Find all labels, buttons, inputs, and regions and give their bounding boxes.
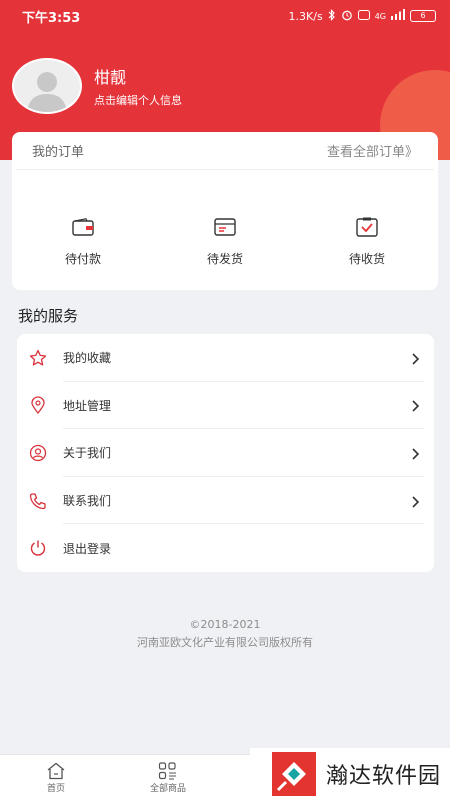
- tab-all-products[interactable]: 全部商品: [112, 755, 224, 800]
- location-icon: [29, 396, 47, 415]
- copyright-years: ©2018-2021: [189, 618, 261, 631]
- chevron-right-icon: [410, 398, 420, 412]
- network-type: 4G: [374, 11, 386, 21]
- order-status-label: 待付款: [64, 252, 101, 266]
- order-status-label: 待发货: [206, 252, 243, 266]
- hd-icon: [357, 9, 370, 23]
- edit-profile-hint[interactable]: 点击编辑个人信息: [94, 92, 182, 108]
- star-icon: [29, 349, 47, 367]
- order-status-pending-receipt[interactable]: 待收货: [322, 214, 412, 267]
- service-label: 退出登录: [63, 541, 112, 556]
- alarm-icon: [341, 9, 353, 24]
- address-management-row[interactable]: 地址管理: [17, 382, 434, 430]
- power-icon: [29, 539, 47, 557]
- grid-icon: [158, 761, 178, 781]
- about-us-row[interactable]: 关于我们: [17, 429, 434, 477]
- tab-home[interactable]: 首页: [0, 755, 112, 800]
- service-label: 地址管理: [63, 398, 112, 413]
- favorites-row[interactable]: 我的收藏: [17, 334, 434, 382]
- logout-row[interactable]: 退出登录: [17, 524, 434, 572]
- network-speed: 1.3K/s: [288, 9, 323, 23]
- contact-us-row[interactable]: 联系我们: [17, 477, 434, 525]
- company-name: 河南亚欧文化产业有限公司版权所有: [137, 636, 313, 649]
- status-bar: 下午3:53 1.3K/s 4G 6: [0, 0, 450, 32]
- username: 柑靓: [94, 68, 127, 87]
- services-title: 我的服务: [18, 307, 79, 325]
- orders-title: 我的订单: [32, 145, 85, 160]
- profile-section[interactable]: 柑靓 点击编辑个人信息: [12, 58, 182, 114]
- signal-icon: [391, 9, 405, 23]
- chevron-right-icon: [410, 351, 420, 365]
- status-time: 下午3:53: [22, 10, 81, 26]
- order-status-label: 待收货: [348, 252, 385, 266]
- user-circle-icon: [29, 444, 47, 462]
- receive-icon: [322, 214, 412, 240]
- order-status-pending-payment[interactable]: 待付款: [38, 214, 128, 267]
- chevron-right-icon: [410, 494, 420, 508]
- package-icon: [180, 214, 270, 240]
- phone-icon: [29, 492, 47, 510]
- order-status-pending-shipment[interactable]: 待发货: [180, 214, 270, 267]
- battery-icon: 6: [410, 10, 436, 22]
- home-icon: [46, 761, 66, 781]
- watermark-text: 瀚达软件园: [326, 764, 442, 789]
- chevron-right-icon: [410, 446, 420, 460]
- service-label: 我的收藏: [63, 351, 112, 366]
- orders-card: 我的订单 查看全部订单》 待付款 待发货 待收货: [12, 132, 438, 290]
- tab-label: 全部商品: [149, 784, 186, 794]
- footer-copyright: ©2018-2021 河南亚欧文化产业有限公司版权所有: [0, 616, 450, 652]
- wallet-icon: [38, 214, 128, 240]
- service-label: 联系我们: [63, 494, 112, 509]
- avatar[interactable]: [12, 58, 82, 114]
- watermark-logo-icon: [272, 752, 316, 796]
- service-label: 关于我们: [63, 446, 112, 461]
- watermark: 瀚达软件园: [250, 748, 450, 800]
- services-card: 我的收藏 地址管理 关于我们 联系我们 退出登录: [17, 334, 434, 572]
- tab-label: 首页: [46, 784, 65, 794]
- view-all-orders-link[interactable]: 查看全部订单》: [327, 141, 418, 160]
- bluetooth-icon: [328, 8, 336, 24]
